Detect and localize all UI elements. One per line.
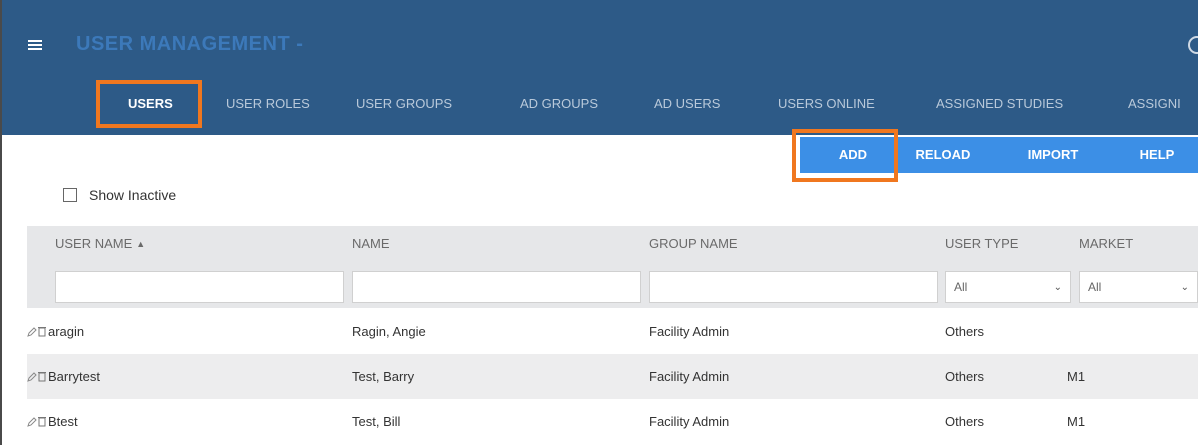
chevron-down-icon: ⌄ xyxy=(1180,281,1189,293)
table-row[interactable]: Barrytest Test, Barry Facility Admin Oth… xyxy=(27,354,1198,399)
column-header-name[interactable]: NAME xyxy=(352,236,390,251)
cell-user-name: aragin xyxy=(48,324,85,339)
cell-user-name: Btest xyxy=(48,414,78,429)
tab-ad-groups[interactable]: AD GROUPS xyxy=(520,82,598,126)
table-header: USER NAME ▲ NAME GROUP NAME USER TYPE MAR… xyxy=(27,226,1198,308)
user-account-icon[interactable] xyxy=(1188,36,1198,54)
cell-user-type: Others xyxy=(945,324,985,339)
highlight-frame-users-tab xyxy=(96,80,202,128)
column-header-market[interactable]: MARKET xyxy=(1079,236,1133,251)
user-name-filter-input[interactable] xyxy=(55,271,344,303)
tab-assigned-truncated[interactable]: ASSIGNI xyxy=(1128,82,1181,126)
edit-pencil-icon[interactable] xyxy=(27,416,37,427)
show-inactive-toggle[interactable]: Show Inactive xyxy=(63,186,176,204)
column-header-user-type[interactable]: USER TYPE xyxy=(945,236,1018,251)
cell-user-type: Others xyxy=(945,414,985,429)
cell-name: Test, Barry xyxy=(352,369,415,384)
tab-user-groups[interactable]: USER GROUPS xyxy=(356,82,452,126)
tab-assigned-studies[interactable]: ASSIGNED STUDIES xyxy=(936,82,1063,126)
column-header-label: USER NAME xyxy=(55,236,133,251)
cell-group-name: Facility Admin xyxy=(649,414,730,429)
trash-icon[interactable] xyxy=(38,416,46,427)
cell-market: M1 xyxy=(1067,369,1086,384)
sort-ascending-icon[interactable]: ▲ xyxy=(136,239,145,249)
edit-pencil-icon[interactable] xyxy=(27,326,37,337)
group-name-filter-input[interactable] xyxy=(649,271,938,303)
row-actions xyxy=(27,309,46,354)
edit-pencil-icon[interactable] xyxy=(27,371,37,382)
show-inactive-label: Show Inactive xyxy=(89,187,177,203)
import-button[interactable]: IMPORT xyxy=(1018,137,1088,173)
hamburger-menu-icon[interactable] xyxy=(28,40,42,50)
trash-icon[interactable] xyxy=(38,371,46,382)
row-actions xyxy=(27,354,46,399)
table-row[interactable]: aragin Ragin, Angie Facility Admin Other… xyxy=(27,309,1198,354)
trash-icon[interactable] xyxy=(38,326,46,337)
tab-users-online[interactable]: USERS ONLINE xyxy=(778,82,875,126)
cell-user-name: Barrytest xyxy=(48,369,101,384)
cell-user-type: Others xyxy=(945,369,985,384)
table-row[interactable]: Btest Test, Bill Facility Admin Others M… xyxy=(27,399,1198,444)
cell-name: Ragin, Angie xyxy=(352,324,426,339)
user-type-filter-value: All xyxy=(954,280,968,294)
cell-name: Test, Bill xyxy=(352,414,401,429)
show-inactive-checkbox[interactable] xyxy=(63,188,77,202)
chevron-down-icon: ⌄ xyxy=(1053,281,1062,293)
column-header-group-name[interactable]: GROUP NAME xyxy=(649,236,738,251)
highlight-frame-add-button xyxy=(792,129,898,182)
cell-group-name: Facility Admin xyxy=(649,324,730,339)
user-type-filter-select[interactable]: All ⌄ xyxy=(945,271,1071,303)
market-filter-value: All xyxy=(1088,280,1102,294)
column-header-user-name[interactable]: USER NAME ▲ xyxy=(55,236,145,251)
tab-user-roles[interactable]: USER ROLES xyxy=(226,82,310,126)
market-filter-select[interactable]: All ⌄ xyxy=(1079,271,1198,303)
reload-button[interactable]: RELOAD xyxy=(908,137,978,173)
row-actions xyxy=(27,399,46,444)
cell-group-name: Facility Admin xyxy=(649,369,730,384)
tab-ad-users[interactable]: AD USERS xyxy=(654,82,720,126)
app-title: USER MANAGEMENT - xyxy=(76,33,304,55)
name-filter-input[interactable] xyxy=(352,271,641,303)
cell-market: M1 xyxy=(1067,414,1086,429)
help-button[interactable]: HELP xyxy=(1130,137,1184,173)
